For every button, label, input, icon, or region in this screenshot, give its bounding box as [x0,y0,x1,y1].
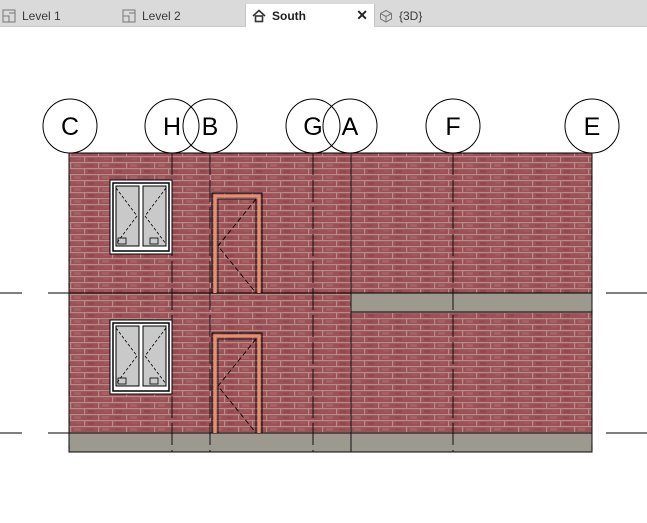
close-tab-icon[interactable]: ✕ [356,7,368,24]
grid-bubble-c[interactable]: C [42,98,98,154]
tab-3d[interactable]: {3D} [379,5,499,27]
tab-label: {3D} [399,9,423,23]
elevation-drawing: C H B G A F E [0,98,647,453]
upper-foundation-strip[interactable] [351,293,592,312]
tab-south[interactable]: South ✕ [245,4,375,27]
floor-plan-icon [122,9,136,23]
grid-label-f: F [445,113,460,141]
grid-label-e: E [584,113,601,141]
grid-bubble-e[interactable]: E [564,98,620,154]
base-foundation-strip[interactable] [69,433,592,452]
window-level-2[interactable] [109,179,173,255]
grid-bubble-f[interactable]: F [425,98,481,154]
view-tab-bar: Level 1 Level 2 South ✕ {3D} [0,0,647,27]
tab-label: Level 2 [142,9,181,23]
floor-plan-icon [2,9,16,23]
elevation-icon [252,8,266,22]
grid-label-h: H [163,113,181,141]
grid-bubbles: C H B G A F E [42,98,620,154]
grid-label-b: B [202,113,219,141]
grid-label-c: C [61,113,79,141]
tab-label: South [272,8,306,23]
grid-label-a: A [342,113,359,141]
window-level-1[interactable] [109,319,173,395]
grid-bubble-g[interactable]: G [285,98,341,154]
3d-view-icon [380,9,392,23]
tab-level-1[interactable]: Level 1 [0,5,118,27]
tab-label: Level 1 [22,9,61,23]
grid-label-g: G [303,113,322,141]
elevation-view-canvas[interactable]: C H B G A F E [0,27,647,518]
tab-level-2[interactable]: Level 2 [122,5,242,27]
